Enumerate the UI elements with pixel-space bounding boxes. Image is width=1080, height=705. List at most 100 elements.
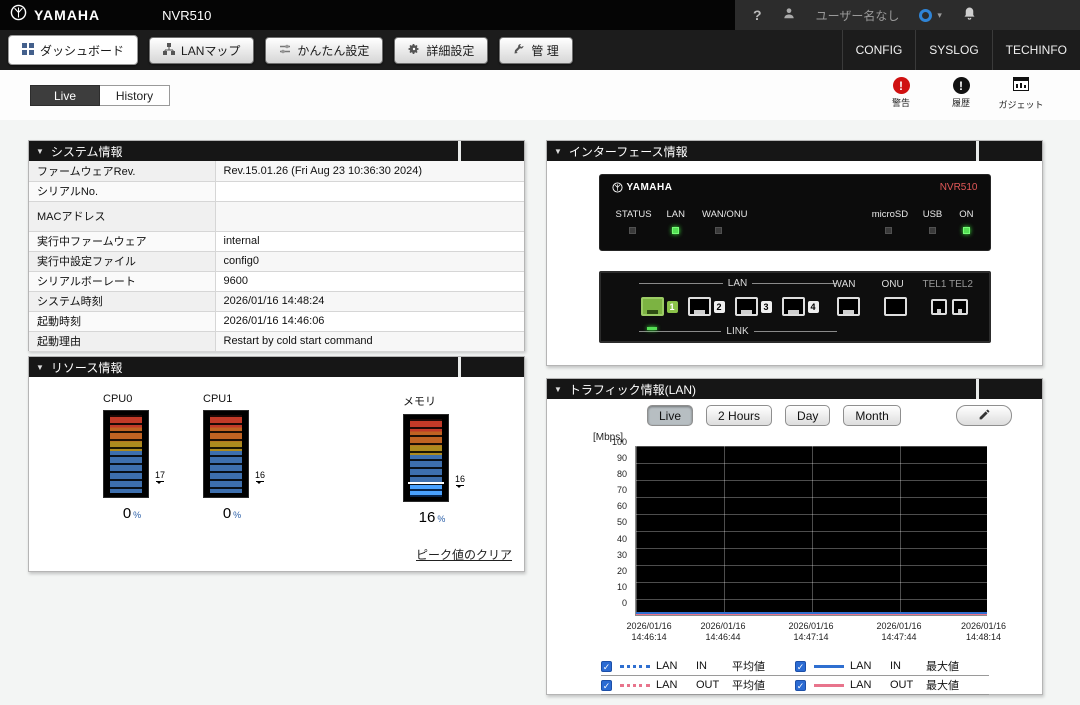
brand-name: YAMAHA xyxy=(34,7,100,23)
in-max-line-sample xyxy=(814,665,844,668)
brand: YAMAHA xyxy=(0,4,100,26)
interface-info-header: ▼ インターフェース情報 xyxy=(547,141,1042,161)
front-panel-image: YAMAHA NVR510 STATUS LAN WAN/ONU microSD… xyxy=(599,174,991,251)
lan-port-2[interactable]: 2 xyxy=(688,297,725,316)
link-syslog[interactable]: SYSLOG xyxy=(915,30,991,70)
legend-checkbox-in-max[interactable] xyxy=(795,661,806,672)
panel-title: システム情報 xyxy=(51,143,123,160)
wrench-icon xyxy=(513,43,525,58)
edit-chart-button[interactable] xyxy=(956,405,1012,426)
gadget-icon xyxy=(1013,77,1029,96)
tab-lan-map[interactable]: LANマップ xyxy=(149,37,254,64)
gauge-meter: 16 xyxy=(203,410,249,498)
panel-header-handle xyxy=(458,141,524,161)
tab-admin[interactable]: 管 理 xyxy=(499,37,572,64)
wan-label: WAN xyxy=(833,279,856,290)
resource-info-header: ▼ リソース情報 xyxy=(29,357,524,377)
collapse-icon[interactable]: ▼ xyxy=(554,385,562,394)
range-month-button[interactable]: Month xyxy=(843,405,900,426)
collapse-icon[interactable]: ▼ xyxy=(36,363,44,372)
lan-in-series-line xyxy=(636,612,987,614)
system-info-table: ファームウェアRev.Rev.15.01.26 (Fri Aug 23 10:3… xyxy=(29,161,524,352)
range-live-button[interactable]: Live xyxy=(647,405,693,426)
cpu1-gauge: CPU1 16 0% xyxy=(203,393,261,526)
front-yamaha-logo: YAMAHA xyxy=(612,182,673,193)
gear-icon xyxy=(408,43,420,58)
link-bracket-label: LINK xyxy=(639,326,837,337)
collapse-icon[interactable]: ▼ xyxy=(36,147,44,156)
help-icon[interactable]: ? xyxy=(753,7,762,23)
lan-port-3[interactable]: 3 xyxy=(735,297,772,316)
account-menu[interactable]: ▾ xyxy=(919,9,942,22)
panel-header-handle xyxy=(976,379,1042,399)
panel-title: リソース情報 xyxy=(51,359,122,376)
status-led: STATUS xyxy=(616,196,650,234)
system-info-header: ▼ システム情報 xyxy=(29,141,524,161)
legend-checkbox-out-avg[interactable] xyxy=(601,680,612,691)
gauge-bars xyxy=(210,415,242,493)
tab-easy-setup[interactable]: かんたん設定 xyxy=(265,37,383,64)
live-toggle-button[interactable]: Live xyxy=(30,85,100,106)
tel-ports[interactable] xyxy=(931,299,968,315)
history-toggle-button[interactable]: History xyxy=(100,85,170,106)
lan-port-4[interactable]: 4 xyxy=(782,297,819,316)
legend-checkbox-in-avg[interactable] xyxy=(601,661,612,672)
peak-marker: 16 xyxy=(255,471,265,486)
rear-panel-image: LAN WAN ONU TEL1 TEL2 1 2 3 4 LINK xyxy=(599,271,991,343)
yamaha-logo-icon xyxy=(10,4,27,26)
panel-header-handle xyxy=(458,357,524,377)
username-label: ユーザー名なし xyxy=(816,7,900,24)
legend-row-out: LAN OUT 平均値 LAN OUT 最大値 xyxy=(601,676,989,695)
table-row: 実行中ファームウェアinternal xyxy=(29,231,524,251)
tab-advanced-settings[interactable]: 詳細設定 xyxy=(394,37,488,64)
power-led: ON xyxy=(959,196,973,234)
tab-label: LANマップ xyxy=(181,42,240,59)
gadget-button[interactable]: ガジェット xyxy=(998,77,1044,111)
gauge-value: 0% xyxy=(203,505,261,522)
sub-strip: Live History ! 警告 ! 履歴 ガジェット xyxy=(0,70,1080,120)
wan-port[interactable] xyxy=(837,297,860,316)
lan-map-icon xyxy=(163,43,175,58)
panel-title: トラフィック情報(LAN) xyxy=(569,381,696,398)
warning-button[interactable]: ! 警告 xyxy=(878,77,924,111)
cpu0-gauge: CPU0 17 0% xyxy=(103,393,161,526)
range-buttons: Live 2 Hours Day Month xyxy=(647,405,901,426)
lan-led: LAN xyxy=(667,196,685,234)
gauge-meter: 16 xyxy=(403,414,449,502)
clear-peak-link[interactable]: ピーク値のクリア xyxy=(416,546,512,563)
range-day-button[interactable]: Day xyxy=(785,405,830,426)
onu-port[interactable] xyxy=(884,297,907,316)
lan-port-1[interactable]: 1 xyxy=(641,297,678,316)
resource-info-panel: ▼ リソース情報 CPU0 17 0% CPU1 16 xyxy=(28,356,525,572)
topbar-right: ? ユーザー名なし ▾ xyxy=(735,0,1080,30)
tab-dashboard[interactable]: ダッシュボード xyxy=(8,35,138,65)
topbar: YAMAHA NVR510 ? ユーザー名なし ▾ xyxy=(0,0,1080,30)
link-techinfo[interactable]: TECHINFO xyxy=(992,30,1080,70)
tab-label: ダッシュボード xyxy=(40,42,124,59)
traffic-body: Live 2 Hours Day Month [Mbps] 1009080706… xyxy=(547,399,1042,695)
link-config[interactable]: CONFIG xyxy=(842,30,916,70)
loading-ring-icon xyxy=(919,9,932,22)
warning-label: 警告 xyxy=(892,96,910,109)
live-history-toggle: Live History xyxy=(30,85,170,106)
gauge-value: 16% xyxy=(403,509,461,526)
user-icon xyxy=(782,6,796,25)
resource-gauges: CPU0 17 0% CPU1 16 0% メモリ xyxy=(29,377,524,526)
tel-label: TEL1 TEL2 xyxy=(923,279,973,290)
gauge-meter: 17 xyxy=(103,410,149,498)
notification-bell-icon[interactable] xyxy=(962,5,977,25)
history-button[interactable]: ! 履歴 xyxy=(938,77,984,111)
dashboard-icon xyxy=(22,43,34,58)
panel-title: インターフェース情報 xyxy=(569,143,688,160)
tab-label: 詳細設定 xyxy=(426,42,474,59)
gauge-lit-segment xyxy=(410,485,442,497)
chart-legend: LAN IN 平均値 LAN IN 最大値 xyxy=(601,657,989,695)
legend-checkbox-out-max[interactable] xyxy=(795,680,806,691)
table-row: シリアルNo. xyxy=(29,181,524,201)
collapse-icon[interactable]: ▼ xyxy=(554,147,562,156)
system-info-panel: ▼ システム情報 ファームウェアRev.Rev.15.01.26 (Fri Au… xyxy=(28,140,525,351)
traffic-chart-plot[interactable] xyxy=(635,446,987,616)
range-2hours-button[interactable]: 2 Hours xyxy=(706,405,772,426)
out-max-line-sample xyxy=(814,684,844,687)
gauge-value: 0% xyxy=(103,505,161,522)
